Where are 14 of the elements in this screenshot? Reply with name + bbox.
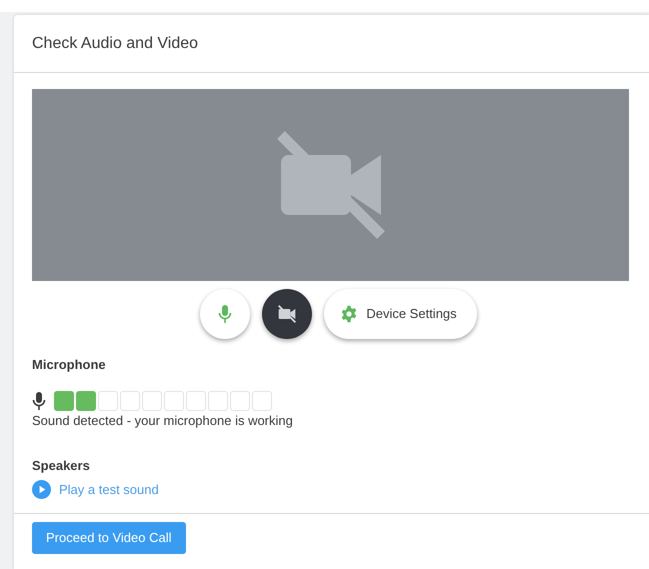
status-text: Sound detected - your microphone is working xyxy=(32,412,293,428)
camera-off-icon xyxy=(277,304,298,324)
section-heading: Microphone xyxy=(32,357,106,372)
proceed-button[interactable]: Proceed to Video Call xyxy=(32,522,186,554)
microphone-icon xyxy=(32,392,46,410)
camera-button[interactable] xyxy=(262,289,312,339)
microphone-button[interactable] xyxy=(200,289,250,339)
play-test-sound-link[interactable]: Play a test sound xyxy=(59,480,159,499)
section-heading: Speakers xyxy=(32,458,90,473)
card-title: Check Audio and Video xyxy=(32,35,198,52)
microphone-icon xyxy=(218,304,232,324)
play-icon[interactable] xyxy=(32,480,51,499)
device-settings-button[interactable]: Device Settings xyxy=(324,289,477,339)
settings-icon xyxy=(340,305,358,323)
